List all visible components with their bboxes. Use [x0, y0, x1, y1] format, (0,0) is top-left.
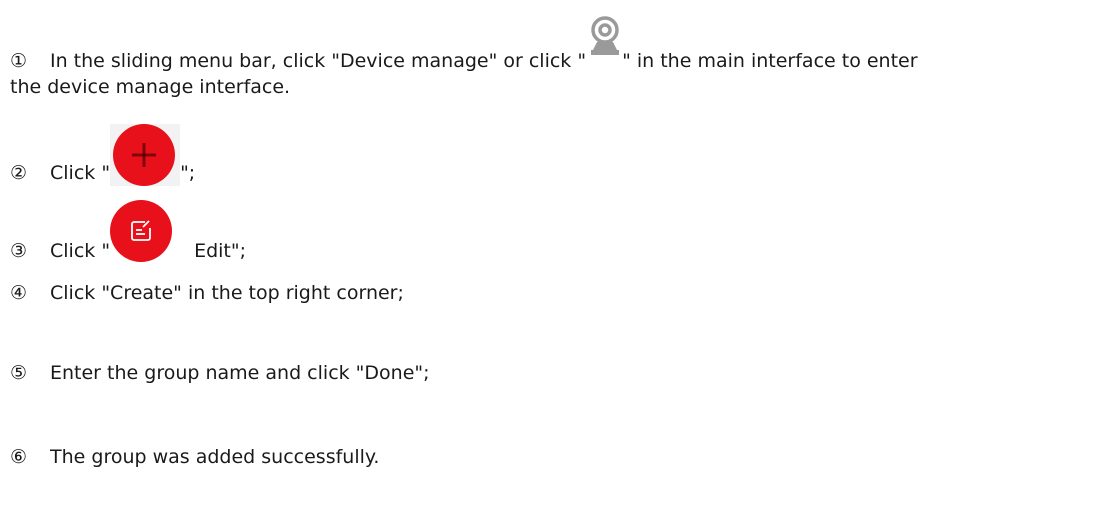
step-number: ⑤ [10, 362, 28, 384]
step-text-after: Edit"; [194, 240, 246, 262]
step-number: ③ [10, 240, 28, 262]
step-text-after: " in the main interface to enter [622, 50, 918, 72]
step-1-wrap: the device manage interface. [10, 74, 290, 100]
step-6: ⑥ The group was added successfully. [10, 444, 379, 470]
edit-icon [110, 200, 194, 264]
step-1: ① In the sliding menu bar, click "Device… [10, 16, 918, 74]
step-text: Click "Create" in the top right corner; [50, 282, 404, 304]
step-number: ② [10, 162, 28, 184]
step-text-before: In the sliding menu bar, click "Device m… [50, 50, 587, 72]
step-number: ④ [10, 282, 28, 304]
step-2: ② Click " "; [10, 124, 195, 186]
step-number: ⑥ [10, 446, 28, 468]
step-number: ① [10, 50, 28, 72]
camera-icon [586, 16, 622, 74]
step-5: ⑤ Enter the group name and click "Done"; [10, 360, 430, 386]
step-text: The group was added successfully. [50, 446, 380, 468]
plus-icon [110, 124, 181, 186]
instruction-page: ① In the sliding menu bar, click "Device… [0, 0, 1105, 521]
step-text: Enter the group name and click "Done"; [50, 362, 430, 384]
step-text-wrap: the device manage interface. [10, 76, 291, 98]
step-text-before: Click " [50, 240, 111, 262]
step-4: ④ Click "Create" in the top right corner… [10, 280, 404, 306]
step-text-before: Click " [50, 162, 111, 184]
step-3: ③ Click " Edit"; [10, 200, 246, 264]
step-text-after: "; [180, 162, 196, 184]
